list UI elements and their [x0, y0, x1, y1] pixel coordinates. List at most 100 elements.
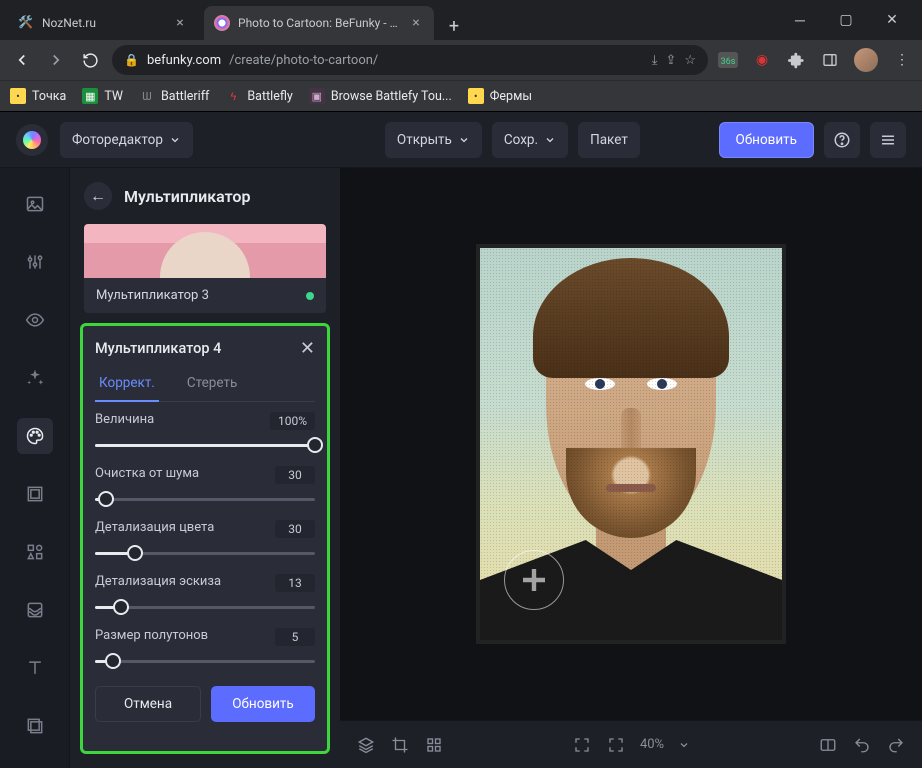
- bookmark-item[interactable]: ▣Browse Battlefy Tou...: [309, 88, 452, 104]
- extension-icon[interactable]: ◉: [752, 50, 772, 70]
- address-bar[interactable]: 🔒 befunky.com/create/photo-to-cartoon/ ⤓…: [112, 45, 708, 75]
- fit-icon[interactable]: [572, 735, 592, 755]
- upgrade-button[interactable]: Обновить: [719, 122, 814, 158]
- slider-track[interactable]: [95, 488, 315, 510]
- app-header: Фоторедактор Открыть Сохр. Пакет Обновит…: [0, 112, 922, 168]
- frame-tool[interactable]: [17, 476, 53, 512]
- befunky-logo[interactable]: [16, 124, 48, 156]
- card-actions: Отмена Обновить: [95, 686, 315, 722]
- profile-avatar[interactable]: [854, 48, 878, 72]
- eye-tool[interactable]: [17, 302, 53, 338]
- tool-rail: [0, 168, 70, 768]
- tab-erase[interactable]: Стереть: [183, 369, 241, 401]
- cancel-button[interactable]: Отмена: [95, 686, 201, 722]
- status-dot-icon: [306, 292, 314, 300]
- text-tool[interactable]: [17, 650, 53, 686]
- tab-adjust[interactable]: Коррект.: [95, 369, 159, 401]
- bookmark-item[interactable]: •Точка: [10, 88, 66, 104]
- slider-sketch-detail: Детализация эскиза13: [95, 574, 315, 618]
- tab-title: NozNet.ru: [42, 16, 168, 30]
- menu-button[interactable]: ⋮: [892, 50, 912, 70]
- slider-value[interactable]: 5: [275, 628, 315, 646]
- adjust-tool[interactable]: [17, 244, 53, 280]
- settings-tabs: Коррект. Стереть: [95, 369, 315, 402]
- layers-icon[interactable]: [356, 735, 376, 755]
- close-icon[interactable]: ×: [408, 15, 424, 31]
- reload-button[interactable]: [78, 48, 102, 72]
- chevron-down-icon[interactable]: [678, 739, 690, 751]
- side-panel: ← Мультипликатор Мультипликатор 3 Мульти…: [70, 168, 340, 768]
- sparkle-tool[interactable]: [17, 360, 53, 396]
- canvas-stage[interactable]: [340, 168, 922, 720]
- bookmark-item[interactable]: ϟBattlefly: [225, 88, 292, 104]
- texture-tool[interactable]: [17, 592, 53, 628]
- batch-button[interactable]: Пакет: [578, 122, 640, 158]
- save-button[interactable]: Сохр.: [492, 122, 568, 158]
- url-path: /create/photo-to-cartoon/: [229, 53, 378, 68]
- slider-track[interactable]: [95, 542, 315, 564]
- help-button[interactable]: [824, 122, 860, 158]
- editor-mode-dropdown[interactable]: Фоторедактор: [60, 122, 193, 158]
- forward-button[interactable]: [44, 48, 68, 72]
- slider-amount: Величина100%: [95, 412, 315, 456]
- fullscreen-icon[interactable]: [606, 735, 626, 755]
- slider-value[interactable]: 13: [275, 574, 315, 592]
- extension-icon[interactable]: 36s: [718, 52, 738, 68]
- redo-icon[interactable]: [886, 735, 906, 755]
- slider-value[interactable]: 30: [275, 520, 315, 538]
- compare-icon[interactable]: [818, 735, 838, 755]
- apply-button[interactable]: Обновить: [211, 686, 315, 722]
- bookmark-item[interactable]: •Фермы: [468, 88, 532, 104]
- back-button[interactable]: ←: [84, 182, 112, 210]
- close-icon[interactable]: ✕: [300, 338, 315, 359]
- window-titlebar: 🛠️ NozNet.ru × Photo to Cartoon: BeFunky…: [0, 0, 922, 40]
- url-host: befunky.com: [147, 53, 221, 68]
- slider-halftone: Размер полутонов5: [95, 628, 315, 672]
- share-icon[interactable]: ⇪: [665, 53, 676, 68]
- effect-settings-card: Мультипликатор 4 ✕ Коррект. Стереть Вели…: [80, 323, 330, 754]
- back-button[interactable]: [10, 48, 34, 72]
- effect-title: Мультипликатор 4: [95, 340, 221, 357]
- star-icon[interactable]: ☆: [684, 53, 696, 68]
- new-tab-button[interactable]: +: [440, 12, 468, 40]
- extensions-button[interactable]: [786, 50, 806, 70]
- maximize-button[interactable]: ▢: [832, 12, 860, 28]
- bookmark-item[interactable]: ▦TW: [82, 88, 123, 104]
- close-icon[interactable]: ×: [172, 15, 188, 31]
- bookmark-item[interactable]: ѠBattleriff: [139, 88, 209, 104]
- close-button[interactable]: ✕: [878, 12, 906, 28]
- open-button[interactable]: Открыть: [385, 122, 482, 158]
- app-content: ← Мультипликатор Мультипликатор 3 Мульти…: [0, 168, 922, 768]
- slider-track[interactable]: [95, 596, 315, 618]
- menu-button[interactable]: [870, 122, 906, 158]
- palette-tool[interactable]: [17, 418, 53, 454]
- browser-tab-active[interactable]: Photo to Cartoon: BeFunky - Cart ×: [204, 6, 434, 40]
- artboard-image: [476, 244, 786, 644]
- panel-header: ← Мультипликатор: [70, 182, 340, 224]
- slider-track[interactable]: [95, 650, 315, 672]
- effect-preset[interactable]: Мультипликатор 3: [84, 224, 326, 313]
- slider-track[interactable]: [95, 434, 315, 456]
- slider-value[interactable]: 100%: [270, 412, 315, 430]
- preset-thumbnail: [84, 224, 326, 278]
- install-icon[interactable]: ⤓: [652, 53, 658, 68]
- grid-icon[interactable]: [424, 735, 444, 755]
- undo-icon[interactable]: [852, 735, 872, 755]
- minimize-button[interactable]: ─: [786, 12, 814, 29]
- zoom-level[interactable]: 40%: [640, 737, 664, 752]
- shapes-tool[interactable]: [17, 534, 53, 570]
- panel-title: Мультипликатор: [124, 187, 250, 206]
- slider-value[interactable]: 30: [275, 466, 315, 484]
- browser-navbar: 🔒 befunky.com/create/photo-to-cartoon/ ⤓…: [0, 40, 922, 80]
- sidepanel-button[interactable]: [820, 50, 840, 70]
- canvas-toolbar: 40%: [340, 720, 922, 768]
- chevron-down-icon: [544, 134, 556, 146]
- image-tool[interactable]: [17, 186, 53, 222]
- bookmarks-bar: •Точка ▦TW ѠBattleriff ϟBattlefly ▣Brows…: [0, 80, 922, 112]
- preset-label: Мультипликатор 3: [96, 288, 209, 303]
- watermark-icon: [504, 550, 564, 610]
- crop-icon[interactable]: [390, 735, 410, 755]
- browser-tab[interactable]: 🛠️ NozNet.ru ×: [8, 6, 198, 40]
- canvas-area: 40%: [340, 168, 922, 768]
- layers-tool[interactable]: [17, 708, 53, 744]
